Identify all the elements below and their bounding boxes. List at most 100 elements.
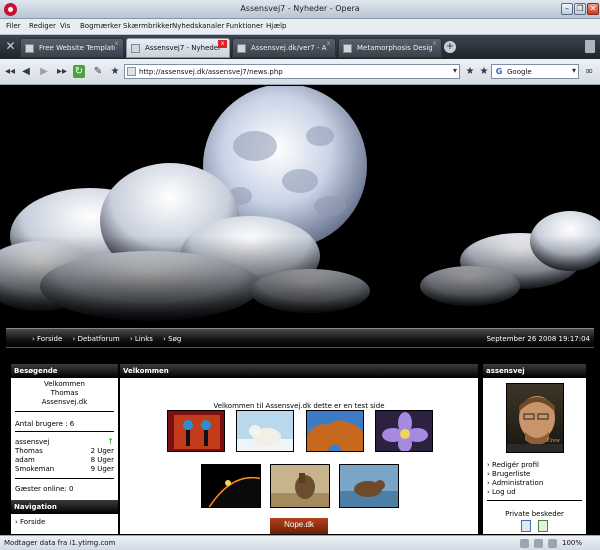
photo-thumbnail-bear-water[interactable]: [339, 464, 399, 508]
user-name[interactable]: adam: [15, 456, 35, 464]
welcome-line-1: Velkommen: [44, 380, 85, 388]
wand-icon[interactable]: ★: [478, 65, 490, 78]
nav-link-links[interactable]: › Links: [130, 335, 157, 343]
navigation-panel-title: Navigation: [11, 500, 118, 514]
menu-nyhedskanaler[interactable]: Nyhedskanaler: [172, 22, 224, 30]
user-last-seen: 8 Uger: [90, 456, 114, 464]
avatar: Crew: [506, 383, 564, 453]
menu-vis[interactable]: Vis: [60, 22, 70, 30]
profile-link-logout[interactable]: › Log ud: [487, 488, 516, 496]
users-count: Antal brugere : 6: [15, 420, 75, 428]
page-icon: [127, 67, 136, 76]
menu-filer[interactable]: Filer: [6, 22, 21, 30]
welcome-text: Velkommen til Assensvej.dk dette er en t…: [213, 402, 385, 410]
photo-thumbnail-polar-bear[interactable]: [236, 410, 294, 452]
add-bookmark-icon[interactable]: ★: [464, 65, 476, 78]
zoom-glasses-icon[interactable]: ∞: [583, 65, 595, 78]
tab-assensvej-album[interactable]: Assensvej.dk/ver7 - Albu... x: [232, 38, 336, 58]
user-name[interactable]: assensvej: [15, 438, 49, 446]
status-bar: Modtager data fra i1.ytimg.com 100%: [0, 535, 600, 550]
tab-free-website-templates[interactable]: Free Website Templates... x: [20, 38, 124, 58]
rewind-icon[interactable]: ◂◂: [4, 65, 16, 78]
nav-link-debatforum[interactable]: › Debatforum: [73, 335, 124, 343]
photo-thumbnail-eclipse[interactable]: [201, 464, 261, 508]
search-engine-label: Google: [507, 68, 532, 76]
profile-link-edit[interactable]: › Redigér profil: [487, 461, 539, 469]
profile-link-userlist[interactable]: › Brugerliste: [487, 470, 530, 478]
back-button[interactable]: ◀: [20, 65, 32, 78]
divider: [15, 431, 114, 432]
divider: [487, 500, 582, 501]
menu-funktioner[interactable]: Funktioner: [226, 22, 263, 30]
bookmark-star-icon[interactable]: ★: [109, 65, 121, 78]
tab-bar: ✕ Free Website Templates... x Assensvej7…: [0, 35, 600, 59]
close-tab-icon[interactable]: x: [112, 40, 121, 48]
turbo-icon[interactable]: [520, 539, 529, 548]
chevron-down-icon[interactable]: ▾: [453, 66, 457, 75]
address-toolbar: ◂◂ ◀ ▶ ▸▸ ↻ ✎ ★ http://assensvej.dk/asse…: [0, 59, 600, 85]
photo-thumbnail-rock-arch[interactable]: [306, 410, 364, 452]
minimize-button[interactable]: –: [561, 3, 573, 15]
photo-thumbnail-camel[interactable]: [270, 464, 330, 508]
menu-rediger[interactable]: Rediger: [29, 22, 56, 30]
menu-bogmaerker[interactable]: Bogmærker: [80, 22, 121, 30]
edit-pencil-icon[interactable]: ✎: [92, 65, 104, 78]
online-arrow-icon: ↑: [107, 437, 114, 446]
google-icon: G: [495, 67, 503, 76]
visitors-panel: Besøgende Velkommen Thomas Assensvej.dk …: [11, 364, 118, 534]
forward-button[interactable]: ▶: [38, 65, 50, 78]
tab-label: Assensvej7 - Nyheder: [145, 44, 221, 52]
trash-icon[interactable]: [585, 40, 595, 53]
close-window-button[interactable]: ✕: [587, 3, 599, 15]
chevron-down-icon[interactable]: ▾: [572, 66, 576, 75]
guests-online: Gæster online: 0: [15, 485, 74, 493]
search-field[interactable]: G Google ▾: [491, 64, 579, 79]
window-titlebar: Assensvej7 - Nyheder - Opera – ❐ ✕: [0, 0, 600, 19]
page-favicon-icon: [343, 44, 352, 53]
view-icon[interactable]: [548, 539, 557, 548]
reload-button[interactable]: ↻: [73, 65, 85, 78]
window-title: Assensvej7 - Nyheder - Opera: [240, 4, 360, 13]
divider: [15, 478, 114, 479]
nav-item-forside[interactable]: › Forside: [15, 518, 45, 526]
page-favicon-icon: [131, 44, 140, 53]
user-last-seen: 9 Uger: [90, 465, 114, 473]
address-field[interactable]: http://assensvej.dk/assensvej7/news.php …: [124, 64, 460, 79]
menu-hjaelp[interactable]: Hjælp: [266, 22, 286, 30]
page-favicon-icon: [25, 44, 34, 53]
close-tab-icon[interactable]: x: [430, 40, 439, 48]
user-panel: assensvej Crew › Redigér profil › Bruger…: [483, 364, 586, 534]
new-tab-button[interactable]: +: [444, 41, 456, 53]
close-tab-icon[interactable]: x: [218, 40, 227, 48]
photo-thumbnail-flower[interactable]: [375, 410, 433, 452]
nav-link-soeg[interactable]: › Søg: [163, 335, 185, 343]
moon-clouds-banner: [0, 86, 600, 322]
fast-forward-icon[interactable]: ▸▸: [56, 65, 68, 78]
photo-thumbnail-figures[interactable]: [167, 410, 225, 452]
banner-text: Nope.dk: [284, 520, 314, 529]
profile-link-admin[interactable]: › Administration: [487, 479, 543, 487]
close-tabs-icon[interactable]: ✕: [3, 39, 18, 54]
image-settings-icon[interactable]: [534, 539, 543, 548]
user-name[interactable]: Thomas: [15, 447, 43, 455]
nope-dk-banner[interactable]: Nope.dk: [270, 518, 328, 534]
user-name[interactable]: Smokeman: [15, 465, 54, 473]
restore-button[interactable]: ❐: [574, 3, 586, 15]
nav-link-forside[interactable]: › Forside: [32, 335, 66, 343]
menu-bar: Filer Rediger Vis Bogmærker Skærmbrikker…: [0, 19, 600, 35]
welcome-panel: Velkommen Velkommen til Assensvej.dk det…: [120, 364, 478, 534]
zoom-level[interactable]: 100%: [562, 539, 582, 547]
site-nav-bar: › Forside › Debatforum › Links › Søg Sep…: [6, 328, 594, 348]
user-panel-title: assensvej: [483, 364, 586, 378]
inbox-icon[interactable]: [521, 520, 531, 532]
tab-assensvej7-nyheder[interactable]: Assensvej7 - Nyheder x: [126, 38, 230, 58]
welcome-line-2: Thomas: [50, 389, 79, 397]
page-favicon-icon: [237, 44, 246, 53]
tab-metamorphosis-design[interactable]: Metamorphosis Design F... x: [338, 38, 442, 58]
outbox-icon[interactable]: [538, 520, 548, 532]
close-tab-icon[interactable]: x: [324, 40, 333, 48]
divider: [15, 411, 114, 412]
menu-skaermbrikker[interactable]: Skærmbrikker: [123, 22, 172, 30]
site-datetime: September 26 2008 19:17:04: [486, 335, 590, 343]
web-page: › Forside › Debatforum › Links › Søg Sep…: [0, 86, 600, 534]
